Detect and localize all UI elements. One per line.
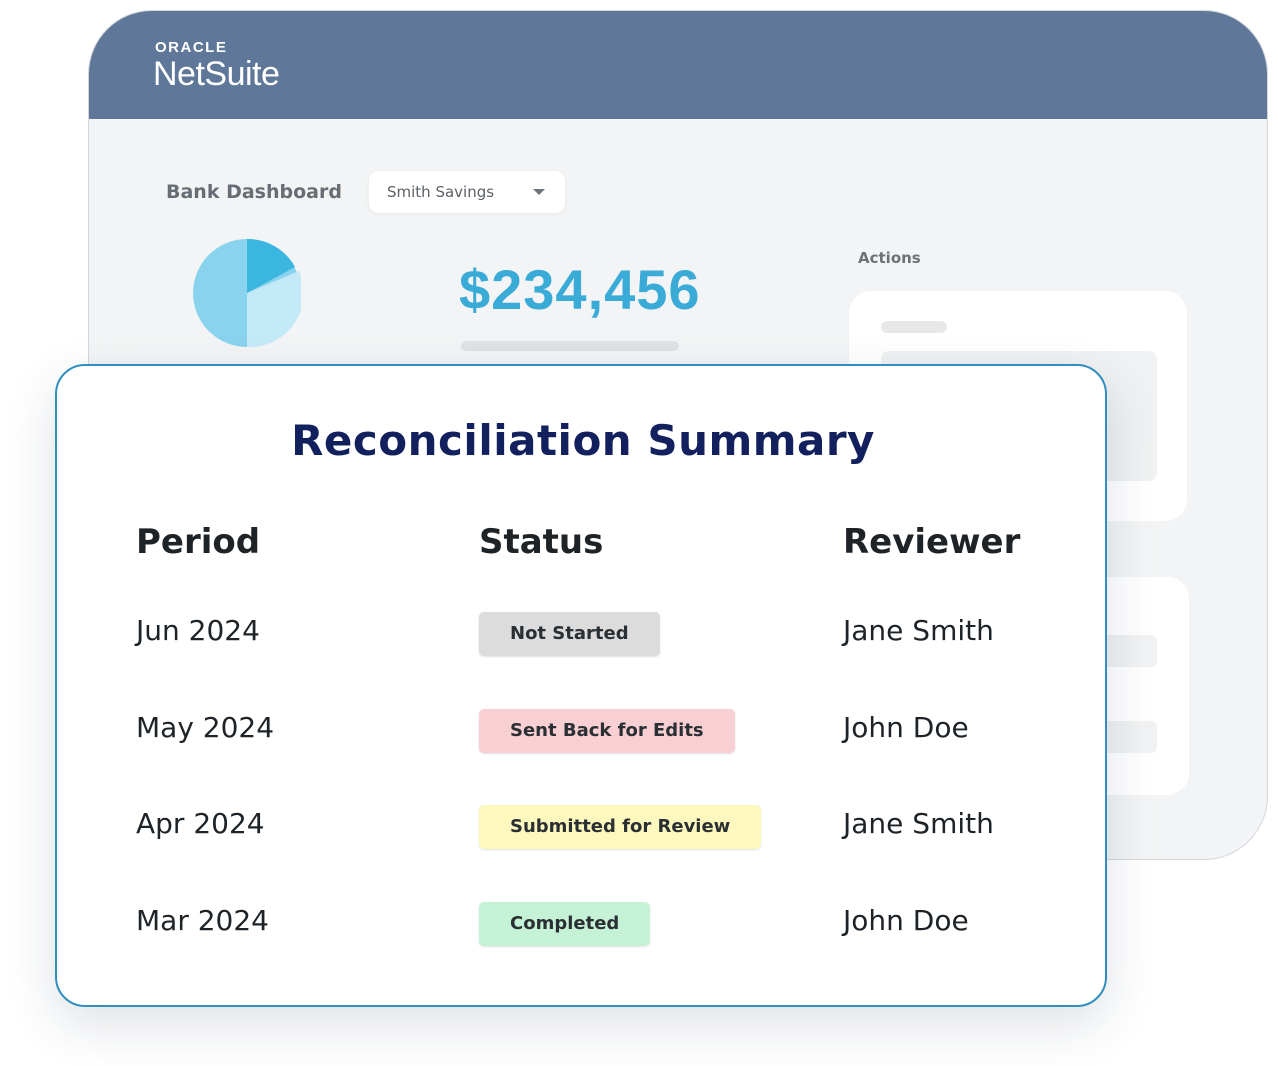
oracle-logo-text: ORACLE xyxy=(155,39,228,56)
table-row[interactable]: Jun 2024 Not Started Jane Smith xyxy=(57,612,1109,674)
reconciliation-summary-card: Reconciliation Summary Period Status Rev… xyxy=(55,364,1107,1007)
stage: ORACLE NetSuite Bank Dashboard Smith Sav… xyxy=(0,0,1278,1066)
balance-pie-chart xyxy=(193,238,304,348)
status-badge[interactable]: Not Started xyxy=(479,612,660,656)
row-period: Apr 2024 xyxy=(136,807,265,840)
row-period: Jun 2024 xyxy=(136,614,260,647)
actions-label: Actions xyxy=(858,249,921,267)
status-badge[interactable]: Sent Back for Edits xyxy=(479,709,735,753)
row-reviewer: John Doe xyxy=(843,904,969,937)
column-header-reviewer: Reviewer xyxy=(843,522,1021,562)
account-select-value: Smith Savings xyxy=(387,183,495,201)
row-reviewer: Jane Smith xyxy=(843,807,994,840)
app-header: ORACLE NetSuite xyxy=(89,11,1267,119)
row-reviewer: Jane Smith xyxy=(843,614,994,647)
balance-amount: $234,456 xyxy=(459,258,701,321)
column-header-period: Period xyxy=(136,522,261,562)
table-row[interactable]: Apr 2024 Submitted for Review Jane Smith xyxy=(57,805,1109,867)
table-row[interactable]: Mar 2024 Completed John Doe xyxy=(57,902,1109,964)
balance-placeholder-bar xyxy=(461,341,679,351)
status-badge[interactable]: Submitted for Review xyxy=(479,805,762,849)
column-header-status: Status xyxy=(479,522,604,562)
status-badge[interactable]: Completed xyxy=(479,902,651,946)
chevron-down-icon xyxy=(533,189,545,195)
summary-title: Reconciliation Summary xyxy=(291,416,875,465)
row-reviewer: John Doe xyxy=(843,711,969,744)
netsuite-logo-text[interactable]: NetSuite xyxy=(153,55,280,94)
row-period: Mar 2024 xyxy=(136,904,269,937)
table-row[interactable]: May 2024 Sent Back for Edits John Doe xyxy=(57,709,1109,771)
actions-placeholder-line xyxy=(881,321,947,333)
dashboard-title: Bank Dashboard xyxy=(166,181,342,203)
account-select[interactable]: Smith Savings xyxy=(369,171,565,213)
row-period: May 2024 xyxy=(136,711,275,744)
